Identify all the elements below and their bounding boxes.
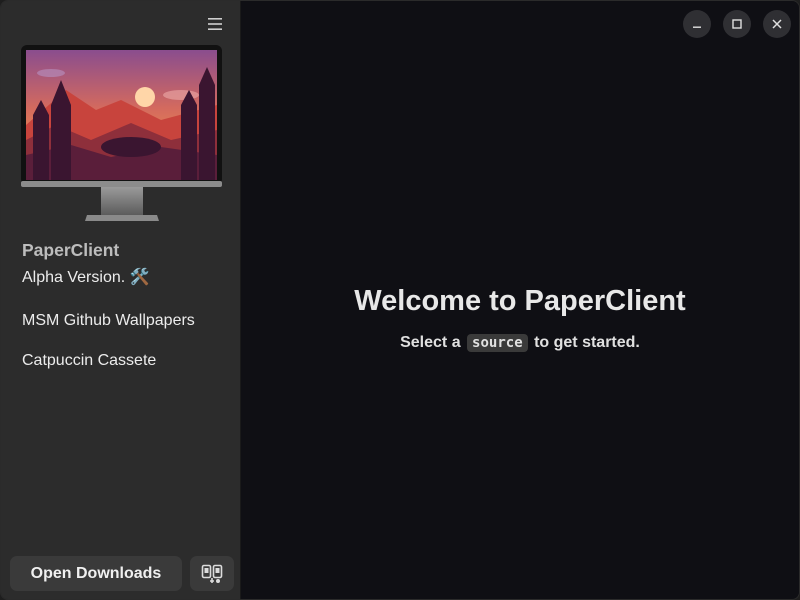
minimize-button[interactable] — [683, 10, 711, 38]
app-title: PaperClient — [22, 240, 120, 260]
wallpaper-preview-monitor — [21, 45, 222, 221]
app-subtitle: Alpha Version. 🛠️ — [22, 269, 150, 286]
sidebar: PaperClient Alpha Version. 🛠️ MSM Github… — [1, 1, 241, 599]
welcome-subtitle: Select a source to get started. — [241, 334, 799, 352]
main-content: Welcome to PaperClient Select a source t… — [241, 1, 799, 599]
welcome-title: Welcome to PaperClient — [354, 285, 686, 317]
app-window: PaperClient Alpha Version. 🛠️ MSM Github… — [0, 0, 800, 600]
compare-button[interactable] — [190, 556, 234, 591]
hamburger-menu-icon[interactable] — [202, 11, 228, 37]
source-item-catpuccin-cassete[interactable]: Catpuccin Cassete — [22, 352, 156, 370]
welcome-suffix: to get started. — [534, 334, 640, 351]
maximize-button[interactable] — [723, 10, 751, 38]
welcome-prefix: Select a — [400, 334, 461, 351]
compare-icon — [201, 564, 223, 583]
maximize-icon — [732, 19, 742, 29]
open-downloads-button[interactable]: Open Downloads — [10, 556, 182, 591]
source-item-msm-github-wallpapers[interactable]: MSM Github Wallpapers — [22, 312, 195, 330]
source-code-pill: source — [467, 334, 528, 352]
close-button[interactable] — [763, 10, 791, 38]
minimize-icon — [693, 26, 701, 28]
close-icon — [772, 19, 782, 29]
